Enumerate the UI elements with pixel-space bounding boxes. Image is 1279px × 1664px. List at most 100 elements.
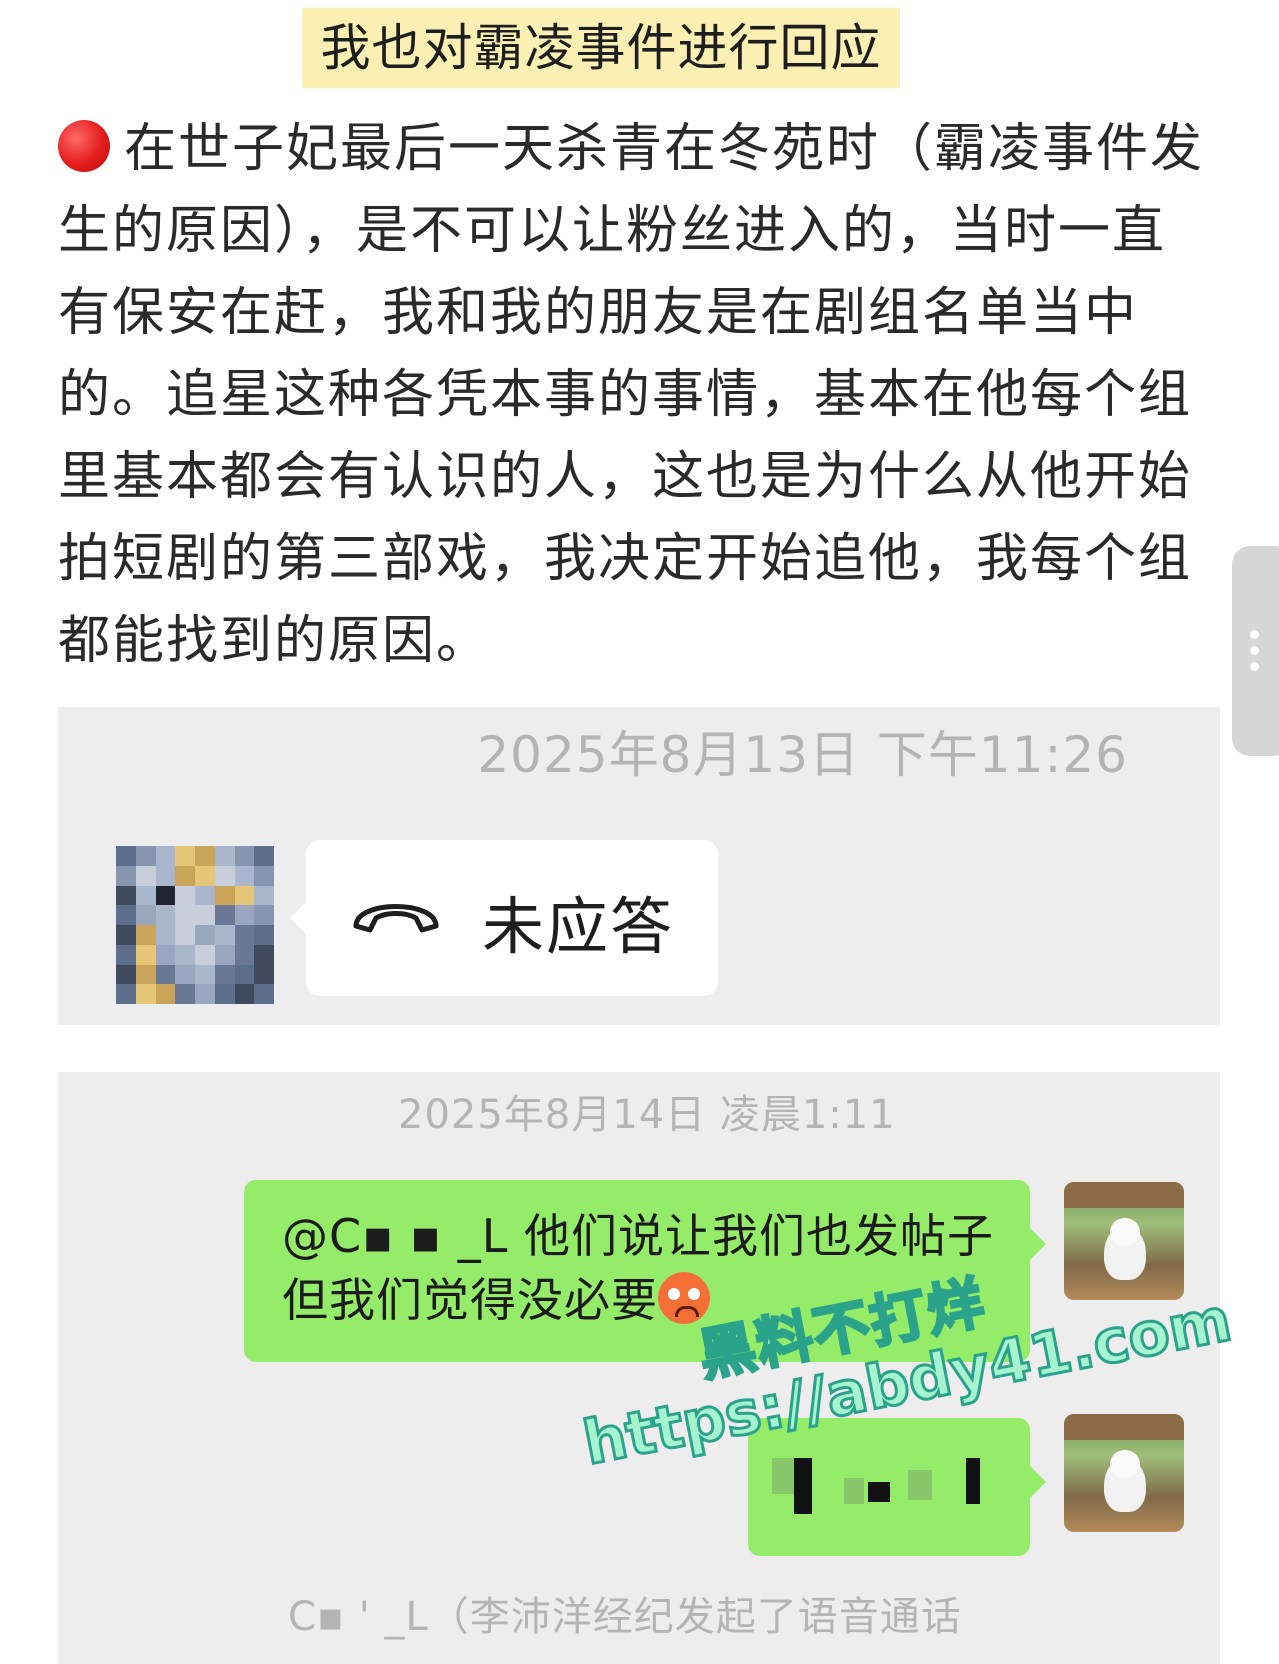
avatar-pixel [135, 865, 156, 886]
call-status-label: 未应答 [482, 890, 675, 963]
avatar-roof [1064, 1414, 1184, 1440]
post-title: 我也对霸凌事件进行回应 [302, 8, 900, 88]
chat-screenshot-1: 2025年8月13日 下午11:26 未应答 [58, 707, 1220, 1025]
avatar-pixel [116, 925, 136, 945]
emoji-eye [668, 1288, 680, 1300]
avatar-pixel [175, 905, 195, 925]
avatar-pixel [155, 925, 176, 945]
redaction-pixel [772, 1458, 794, 1494]
red-circle-icon [58, 120, 110, 172]
avatar-pixel [234, 984, 255, 1004]
avatar-pixel [195, 905, 215, 925]
handle-dot [1250, 630, 1259, 639]
avatar-pixel [155, 984, 176, 1004]
avatar-dog-head [1110, 1450, 1140, 1478]
scroll-handle[interactable] [1232, 546, 1279, 756]
chat-timestamp: 2025年8月13日 下午11:26 [477, 726, 1128, 784]
avatar-dog-head [1110, 1218, 1140, 1246]
avatar-pixel [195, 846, 215, 866]
redaction-pixel [966, 1458, 980, 1504]
avatar-pixel [254, 944, 274, 965]
avatar-pixel [214, 865, 235, 886]
avatar-pixel [135, 984, 156, 1004]
avatar-pixel [135, 885, 156, 906]
avatar-pixel [175, 925, 195, 945]
avatar-pixel [195, 964, 215, 985]
chat-screenshot-2: 2025年8月14日 凌晨1:11 @C▪ ▪ _L 他们说让我们也发帖子 但我… [58, 1072, 1220, 1664]
avatar-pixel [234, 905, 255, 925]
avatar-pixel [175, 984, 195, 1004]
sent-redacted-bubble[interactable] [748, 1418, 1046, 1556]
avatar-pixel [234, 964, 255, 985]
avatar-pixel [214, 984, 235, 1004]
avatar-pixel [116, 885, 136, 906]
avatar-pixel [155, 885, 176, 906]
chat-timestamp: 2025年8月14日 凌晨1:11 [398, 1092, 896, 1138]
avatar-pixel [155, 944, 176, 965]
avatar-pixel [116, 964, 136, 985]
avatar-pixel [135, 905, 156, 925]
avatar-pixel [175, 885, 195, 906]
avatar-pixel [155, 905, 176, 925]
contact-avatar-pixelated[interactable] [116, 846, 274, 1004]
avatar-pixel [214, 885, 235, 906]
redaction-pixel [868, 1482, 890, 1502]
avatar-pixel [155, 846, 176, 866]
avatar-pixel [254, 865, 274, 886]
avatar-pixel [214, 964, 235, 985]
phone-hangup-icon [353, 904, 439, 933]
avatar-pixel [195, 865, 215, 886]
avatar-pixel [135, 846, 156, 866]
avatar-pixel [135, 925, 156, 945]
avatar-pixel [135, 964, 156, 985]
avatar-pixel [234, 944, 255, 965]
avatar-pixel [195, 944, 215, 965]
redaction-pixel [908, 1470, 932, 1500]
missed-call-bubble[interactable]: 未应答 [290, 840, 718, 996]
avatar-pixel [175, 944, 195, 965]
avatar-pixel [254, 885, 274, 906]
voice-call-system-message: C▪ ' _L（李沛洋经纪发起了语音通话 [288, 1594, 962, 1640]
emoji-mouth [675, 1306, 699, 1317]
handle-dot [1250, 662, 1259, 671]
avatar-pixel [234, 885, 255, 906]
avatar-pixel [175, 865, 195, 886]
avatar-roof [1064, 1182, 1184, 1208]
avatar-pixel [214, 905, 235, 925]
avatar-pixel [116, 865, 136, 886]
avatar-pixel [254, 925, 274, 945]
avatar-pixel [234, 865, 255, 886]
avatar-pixel [234, 925, 255, 945]
message-text: @C▪ ▪ _L 他们说让我们也发帖子 但我们觉得没必要 [282, 1209, 994, 1327]
avatar-pixel [214, 846, 235, 866]
avatar-pixel [116, 984, 136, 1004]
avatar-pixel [116, 944, 136, 965]
redaction-pixel [844, 1478, 864, 1504]
user-avatar[interactable] [1064, 1182, 1184, 1300]
user-avatar[interactable] [1064, 1414, 1184, 1532]
angry-sweat-emoji-icon [658, 1272, 710, 1324]
avatar-pixel [195, 885, 215, 906]
avatar-pixel [254, 984, 274, 1004]
avatar-pixel [214, 925, 235, 945]
sent-message-bubble[interactable]: @C▪ ▪ _L 他们说让我们也发帖子 但我们觉得没必要 [244, 1180, 1046, 1362]
post-body-text: 在世子妃最后一天杀青在冬苑时（霸凌事件发生的原因），是不可以让粉丝进入的，当时一… [58, 119, 1205, 671]
avatar-pixel [155, 964, 176, 985]
avatar-pixel [254, 905, 274, 925]
avatar-pixel [135, 944, 156, 965]
avatar-pixel [195, 984, 215, 1004]
avatar-pixel [116, 905, 136, 925]
redaction-pixel [794, 1458, 812, 1514]
message-text-wrap: @C▪ ▪ _L 他们说让我们也发帖子 但我们觉得没必要 [282, 1204, 1012, 1332]
avatar-pixel [195, 925, 215, 945]
avatar-pixel [116, 846, 136, 866]
avatar-pixel [175, 964, 195, 985]
avatar-pixel [175, 846, 195, 866]
avatar-pixel [254, 964, 274, 985]
avatar-pixel [155, 865, 176, 886]
post-body: 在世子妃最后一天杀青在冬苑时（霸凌事件发生的原因），是不可以让粉丝进入的，当时一… [58, 108, 1208, 682]
handle-dot [1250, 646, 1259, 655]
emoji-eye [688, 1288, 700, 1300]
avatar-pixel [234, 846, 255, 866]
avatar-pixel [254, 846, 274, 866]
